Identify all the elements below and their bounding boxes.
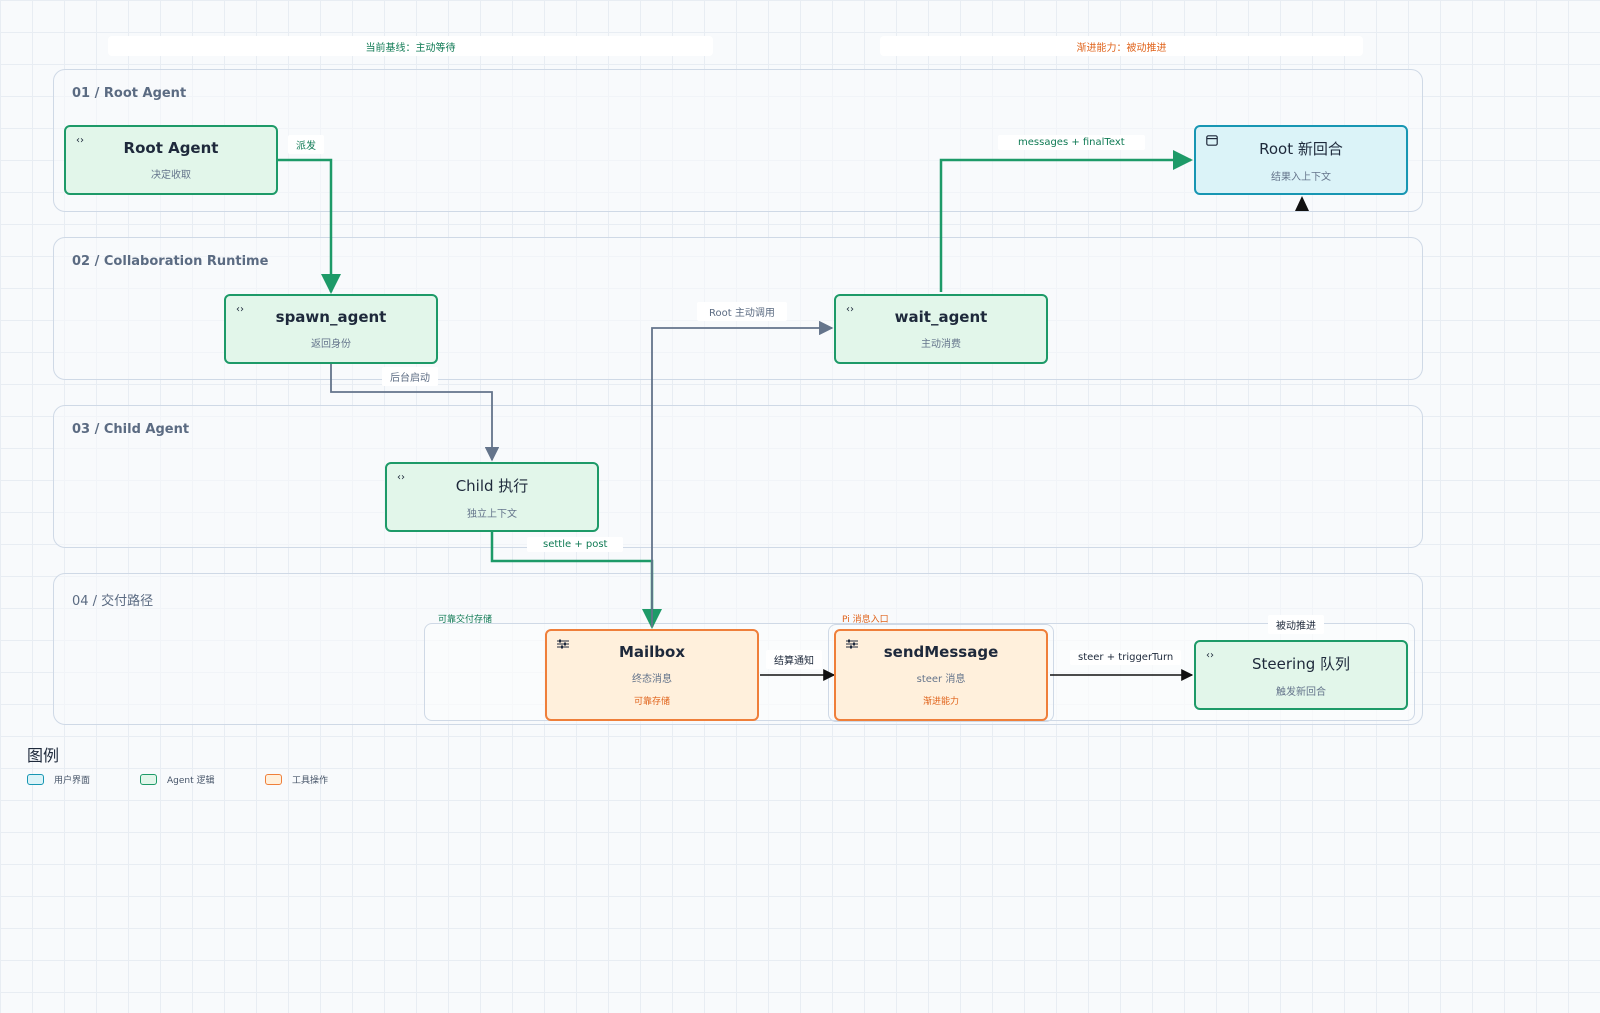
legend-item-tool: 工具操作 xyxy=(265,773,328,786)
node-title: sendMessage xyxy=(883,643,999,661)
node-title: spawn_agent xyxy=(275,308,387,326)
node-child-exec[interactable]: ‹› Child 执行 独立上下文 xyxy=(385,462,599,532)
group-label-reliable: 可靠交付存储 xyxy=(438,615,493,625)
code-icon: ‹› xyxy=(397,472,405,483)
node-title: Child 执行 xyxy=(455,476,529,495)
lane-child-agent: 03 / Child Agent xyxy=(53,405,1423,548)
edge-label-background-start: 后台启动 xyxy=(382,367,438,386)
code-icon: ‹› xyxy=(1206,650,1214,661)
progressive-header: 渐进能力：被动推进 xyxy=(880,36,1363,56)
edge-label-root-call: Root 主动调用 xyxy=(697,302,787,321)
node-subtitle: 独立上下文 xyxy=(467,508,517,520)
lane-title: 01 / Root Agent xyxy=(72,86,187,101)
node-title: Root Agent xyxy=(123,139,219,157)
edge-label-steer-trigger: steer + triggerTurn xyxy=(1070,650,1182,665)
edge-label-dispatch: 派发 xyxy=(288,135,324,154)
node-subtitle: 触发新回合 xyxy=(1276,686,1326,698)
code-icon: ‹› xyxy=(76,135,84,146)
baseline-header: 当前基线：主动等待 xyxy=(108,36,713,56)
node-tag: 可靠存储 xyxy=(633,697,670,707)
node-title: Mailbox xyxy=(618,643,686,661)
node-tag: 渐进能力 xyxy=(922,697,959,707)
node-wait-agent[interactable]: ‹› wait_agent 主动消费 xyxy=(834,294,1048,364)
node-title: wait_agent xyxy=(894,308,988,326)
legend-item-agent: Agent 逻辑 xyxy=(140,773,215,786)
lane-title: 02 / Collaboration Runtime xyxy=(72,254,269,269)
node-root-agent[interactable]: ‹› Root Agent 决定收取 xyxy=(64,125,278,195)
node-spawn-agent[interactable]: ‹› spawn_agent 返回身份 xyxy=(224,294,438,364)
legend-swatch-ui xyxy=(27,774,44,785)
lane-title: 04 / 交付路径 xyxy=(72,594,154,609)
legend-label: 用户界面 xyxy=(54,776,91,786)
legend-label: 工具操作 xyxy=(292,776,329,786)
node-send-message[interactable]: sendMessage steer 消息 渐进能力 xyxy=(834,629,1048,721)
node-steering-queue[interactable]: ‹› Steering 队列 触发新回合 xyxy=(1194,640,1408,710)
node-subtitle: steer 消息 xyxy=(916,674,966,685)
edge-label-passive-push: 被动推进 xyxy=(1268,615,1324,634)
legend-item-ui: 用户界面 xyxy=(27,773,90,786)
code-icon: ‹› xyxy=(846,304,854,315)
node-mailbox[interactable]: Mailbox 终态消息 可靠存储 xyxy=(545,629,759,721)
node-subtitle: 主动消费 xyxy=(921,339,961,350)
window-icon xyxy=(1206,135,1218,147)
legend-label: Agent 逻辑 xyxy=(167,776,215,786)
node-subtitle: 终态消息 xyxy=(632,674,672,685)
lane-title: 03 / Child Agent xyxy=(72,422,190,437)
node-subtitle: 决定收取 xyxy=(151,170,191,181)
legend-swatch-tool xyxy=(265,774,282,785)
node-title: Root 新回合 xyxy=(1259,139,1343,158)
node-subtitle: 结果入上下文 xyxy=(1271,171,1331,183)
legend-title: 图例 xyxy=(27,746,60,765)
node-title: Steering 队列 xyxy=(1252,654,1350,673)
legend-swatch-agent xyxy=(140,774,157,785)
edge-label-settle-notify: 结算通知 xyxy=(766,650,822,669)
code-icon: ‹› xyxy=(236,304,244,315)
node-root-new-round[interactable]: Root 新回合 结果入上下文 xyxy=(1194,125,1408,195)
edge-label-messages-final: messages + finalText xyxy=(998,135,1145,150)
sliders-icon xyxy=(846,639,858,651)
edge-label-settle-post: settle + post xyxy=(527,537,624,552)
sliders-icon xyxy=(557,639,569,651)
node-subtitle: 返回身份 xyxy=(311,339,351,350)
